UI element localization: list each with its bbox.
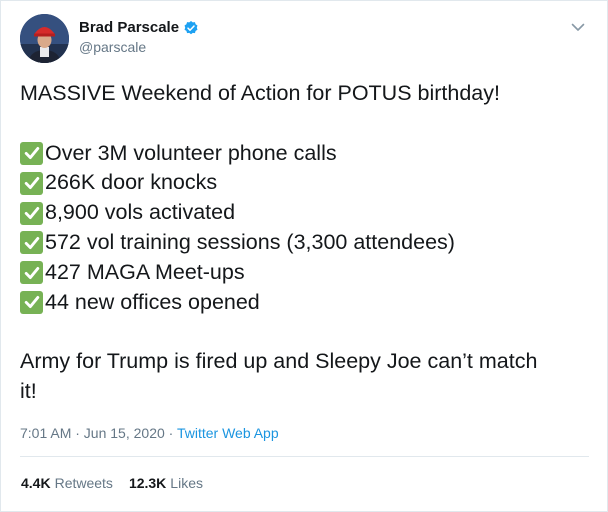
source-link[interactable]: Twitter Web App [177,425,279,441]
tweet-line: Army for Trump is fired up and Sleepy Jo… [20,347,595,377]
check-mark-icon [20,201,43,225]
chevron-down-icon[interactable] [568,17,588,37]
likes-stat[interactable]: 12.3K Likes [129,475,203,491]
check-mark-icon [20,261,43,285]
tweet-line-text: 44 new offices opened [45,289,260,314]
divider [20,456,589,457]
tweet-line-text: Over 3M volunteer phone calls [45,140,337,165]
tweet-line: MASSIVE Weekend of Action for POTUS birt… [20,79,595,109]
checklist-item: 44 new offices opened [20,288,595,318]
verified-badge-icon [183,20,199,36]
checklist-item: 266K door knocks [20,168,595,198]
tweet-line-text: Army for Trump is fired up and Sleepy Jo… [20,349,538,374]
retweets-label: Retweets [54,475,113,491]
checklist-item: 572 vol training sessions (3,300 attende… [20,228,595,258]
author-name[interactable]: Brad Parscale [79,19,179,36]
checklist-item: 427 MAGA Meet-ups [20,258,595,288]
retweets-count: 4.4K [21,475,51,491]
check-mark-icon [20,290,43,314]
likes-count: 12.3K [128,475,167,491]
checklist-item: 8,900 vols activated [20,198,595,228]
tweet-line: it! [20,377,595,407]
retweets-stat[interactable]: 4.4K Retweets [21,475,113,491]
tweet-line-text: 266K door knocks [45,170,218,195]
tweet-line-text: it! [20,378,37,403]
timestamp[interactable]: 7:01 AM · Jun 15, 2020 · [20,425,177,441]
avatar[interactable] [20,14,69,63]
author-handle[interactable]: @parscale [79,39,146,55]
tweet-line-text: 572 vol training sessions (3,300 attende… [45,229,455,254]
tweet-text: MASSIVE Weekend of Action for POTUS birt… [20,79,595,407]
tweet-stats: 4.4K Retweets 12.3K Likes [21,475,203,491]
author-name-row[interactable]: Brad Parscale [79,19,199,36]
check-mark-icon [20,231,43,255]
check-mark-icon [20,141,43,165]
tweet-line-text: 427 MAGA Meet-ups [45,259,245,284]
tweet-line-text: 8,900 vols activated [45,200,236,225]
checklist-item: Over 3M volunteer phone calls [20,139,595,169]
likes-label: Likes [170,475,203,491]
tweet-card: Brad Parscale @parscale MASSIVE Weekend … [0,0,608,512]
tweet-meta: 7:01 AM · Jun 15, 2020 · Twitter Web App [20,425,279,441]
check-mark-icon [20,171,43,195]
tweet-line-text: MASSIVE Weekend of Action for POTUS birt… [20,81,500,105]
avatar-image [20,14,69,63]
